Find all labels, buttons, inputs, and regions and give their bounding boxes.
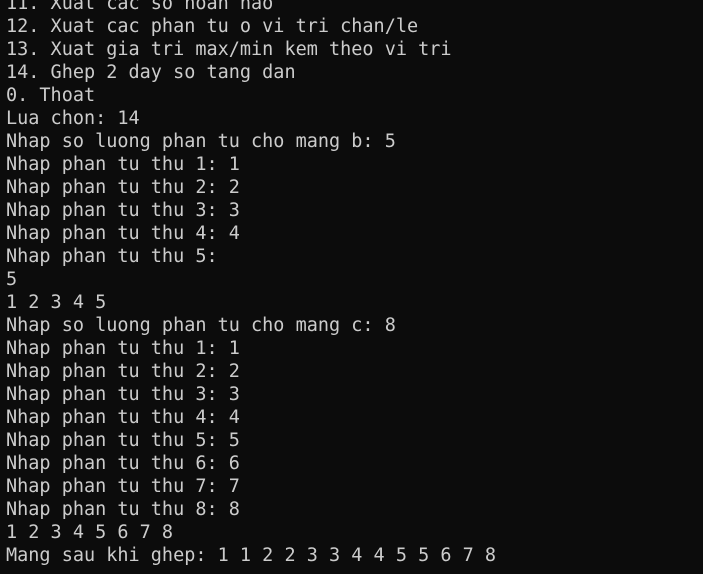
- array-b-size-prompt: Nhap so luong phan tu cho mang b: 5: [6, 131, 396, 152]
- choice-prompt: Lua chon: 14: [6, 108, 140, 129]
- array-b-element-prompt: Nhap phan tu thu 1: 1: [6, 154, 240, 175]
- array-c-output: 1 2 3 4 5 6 7 8: [6, 522, 174, 543]
- array-b-output: 1 2 3 4 5: [6, 292, 107, 313]
- menu-item-14: 14. Ghep 2 day so tang dan: [6, 62, 296, 83]
- array-c-element-prompt: Nhap phan tu thu 6: 6: [6, 453, 240, 474]
- terminal-output: 11. Xuat cac so hoan hao 12. Xuat cac ph…: [0, 0, 703, 567]
- array-c-element-prompt: Nhap phan tu thu 3: 3: [6, 384, 240, 405]
- menu-item-11: 11. Xuat cac so hoan hao: [6, 0, 274, 14]
- menu-item-0: 0. Thoat: [6, 85, 96, 106]
- array-c-element-prompt: Nhap phan tu thu 4: 4: [6, 407, 240, 428]
- array-b-element-prompt: Nhap phan tu thu 2: 2: [6, 177, 240, 198]
- array-b-element-prompt: Nhap phan tu thu 3: 3: [6, 200, 240, 221]
- array-c-element-prompt: Nhap phan tu thu 2: 2: [6, 361, 240, 382]
- array-c-element-prompt: Nhap phan tu thu 5: 5: [6, 430, 240, 451]
- menu-item-13: 13. Xuat gia tri max/min kem theo vi tri: [6, 39, 452, 60]
- array-b-element-input: 5: [6, 269, 18, 290]
- menu-item-12: 12. Xuat cac phan tu o vi tri chan/le: [6, 16, 419, 37]
- array-c-element-prompt: Nhap phan tu thu 8: 8: [6, 499, 240, 520]
- merged-array-output: Mang sau khi ghep: 1 1 2 2 3 3 4 4 5 5 6…: [6, 545, 497, 566]
- array-c-element-prompt: Nhap phan tu thu 1: 1: [6, 338, 240, 359]
- array-c-size-prompt: Nhap so luong phan tu cho mang c: 8: [6, 315, 396, 336]
- terminal-window[interactable]: 11. Xuat cac so hoan hao 12. Xuat cac ph…: [0, 0, 703, 574]
- array-b-element-prompt: Nhap phan tu thu 5:: [6, 246, 218, 267]
- array-b-element-prompt: Nhap phan tu thu 4: 4: [6, 223, 240, 244]
- array-c-element-prompt: Nhap phan tu thu 7: 7: [6, 476, 240, 497]
